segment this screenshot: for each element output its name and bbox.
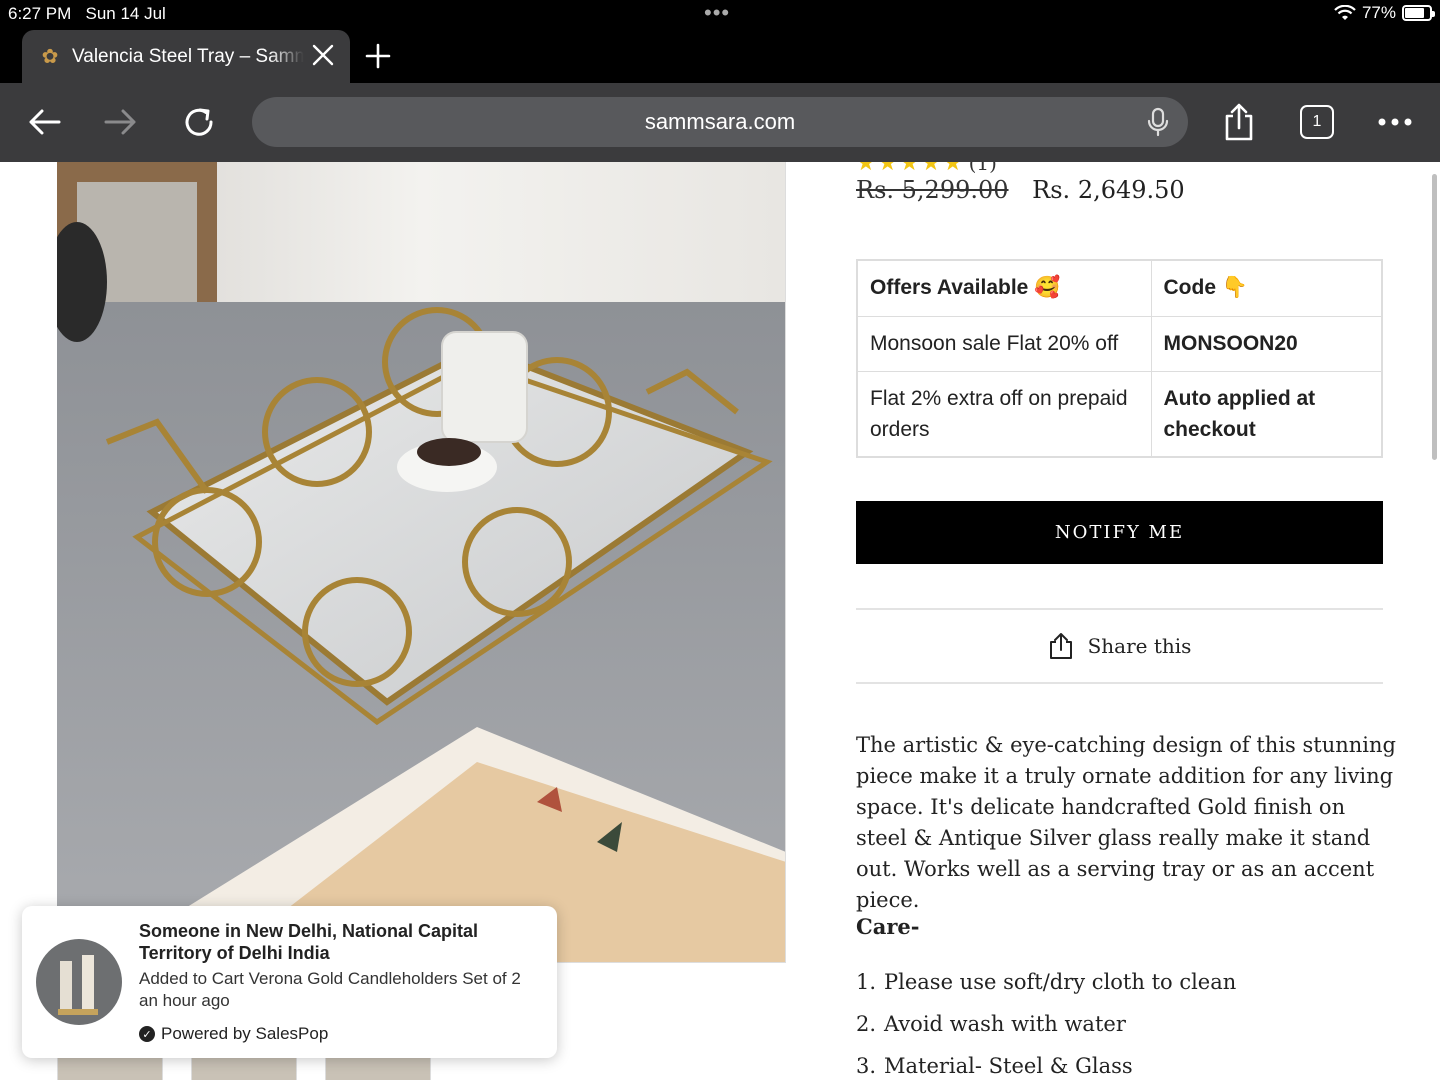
reload-button[interactable] xyxy=(178,101,220,143)
new-tab-icon[interactable] xyxy=(362,40,394,72)
more-menu-button[interactable] xyxy=(1374,101,1416,143)
arrow-left-icon xyxy=(29,109,61,135)
share-icon xyxy=(1049,633,1072,659)
original-price: Rs. 5,299.00 xyxy=(856,176,1009,204)
forward-button[interactable] xyxy=(100,101,142,143)
site-favicon-icon: ✿ xyxy=(41,46,59,68)
care-list: 1. Please use soft/dry cloth to clean 2. A… xyxy=(856,970,1236,1080)
product-description: The artistic & eye-catching design of th… xyxy=(856,733,1396,912)
offers-header: Offers Available 🥰 xyxy=(856,259,1152,317)
back-button[interactable] xyxy=(23,101,65,143)
microphone-icon[interactable] xyxy=(1144,107,1172,137)
sale-price: Rs. 2,649.50 xyxy=(1032,176,1185,204)
page-scrollbar[interactable] xyxy=(1432,174,1437,460)
status-time: 6:27 PM Sun 14 Jul xyxy=(8,4,166,23)
table-row: Flat 2% extra off on prepaid orders Auto… xyxy=(856,370,1383,458)
tab-strip: ✿ Valencia Steel Tray – Sammsara xyxy=(0,28,1440,83)
notify-me-button[interactable]: NOTIFY ME xyxy=(856,501,1383,564)
salespop-time: an hour ago xyxy=(139,991,230,1010)
close-tab-icon[interactable] xyxy=(310,42,336,68)
salespop-who: Someone in New Delhi, National Capital T… xyxy=(139,921,479,963)
battery-icon xyxy=(1402,5,1435,21)
tab-count-button[interactable]: 1 xyxy=(1300,105,1334,139)
list-item: 2. Avoid wash with water xyxy=(856,1012,1126,1036)
product-rating[interactable]: ★★★★★ (1) xyxy=(856,162,997,176)
address-bar[interactable]: sammsara.com xyxy=(252,97,1188,147)
care-heading: Care- xyxy=(856,914,920,939)
share-icon xyxy=(1225,103,1253,141)
arrow-right-icon xyxy=(104,109,136,135)
price-block: Rs. 5,299.00 Rs. 2,649.50 xyxy=(856,176,1185,204)
offer-cell: Flat 2% extra off on prepaid orders xyxy=(856,370,1152,458)
more-dots-icon xyxy=(1378,118,1412,126)
share-this-button[interactable]: Share this xyxy=(856,608,1383,684)
share-page-button[interactable] xyxy=(1218,101,1260,143)
product-image[interactable] xyxy=(57,162,786,963)
rating-count: (1) xyxy=(968,162,997,175)
salespop-notification[interactable]: Someone in New Delhi, National Capital T… xyxy=(22,906,557,1058)
multitasking-dots-icon[interactable]: ••• xyxy=(704,0,730,26)
list-item: 3. Material- Steel & Glass xyxy=(856,1054,1133,1078)
table-row: Monsoon sale Flat 20% off MONSOON20 xyxy=(856,315,1383,372)
tab-active[interactable]: ✿ Valencia Steel Tray – Sammsara xyxy=(22,30,350,83)
wifi-icon xyxy=(1334,5,1356,20)
candleholder-thumbnail xyxy=(36,939,122,1025)
offer-cell: Monsoon sale Flat 20% off xyxy=(856,315,1152,372)
check-icon: ✓ xyxy=(139,1026,155,1042)
offers-table: Offers Available 🥰 Code 👇 Monsoon sale F… xyxy=(856,259,1383,458)
list-item: 1. Please use soft/dry cloth to clean xyxy=(856,970,1237,994)
url-text: sammsara.com xyxy=(644,109,796,134)
reload-icon xyxy=(185,108,213,136)
share-label: Share this xyxy=(1087,634,1192,658)
tab-title: Valencia Steel Tray – Sammsara xyxy=(72,45,304,67)
code-cell: Auto applied at checkout xyxy=(1150,370,1383,458)
salespop-product: Added to Cart Verona Gold Candleholders … xyxy=(139,969,521,988)
star-icons: ★★★★★ xyxy=(856,162,965,175)
code-cell: MONSOON20 xyxy=(1150,315,1383,372)
salespop-powered: ✓ Powered by SalesPop xyxy=(139,1024,328,1044)
code-header: Code 👇 xyxy=(1150,259,1383,317)
status-bar: 6:27 PM Sun 14 Jul ••• 77% xyxy=(0,0,1440,28)
browser-toolbar: sammsara.com 1 xyxy=(0,83,1440,162)
battery-percent: 77% xyxy=(1361,3,1396,22)
